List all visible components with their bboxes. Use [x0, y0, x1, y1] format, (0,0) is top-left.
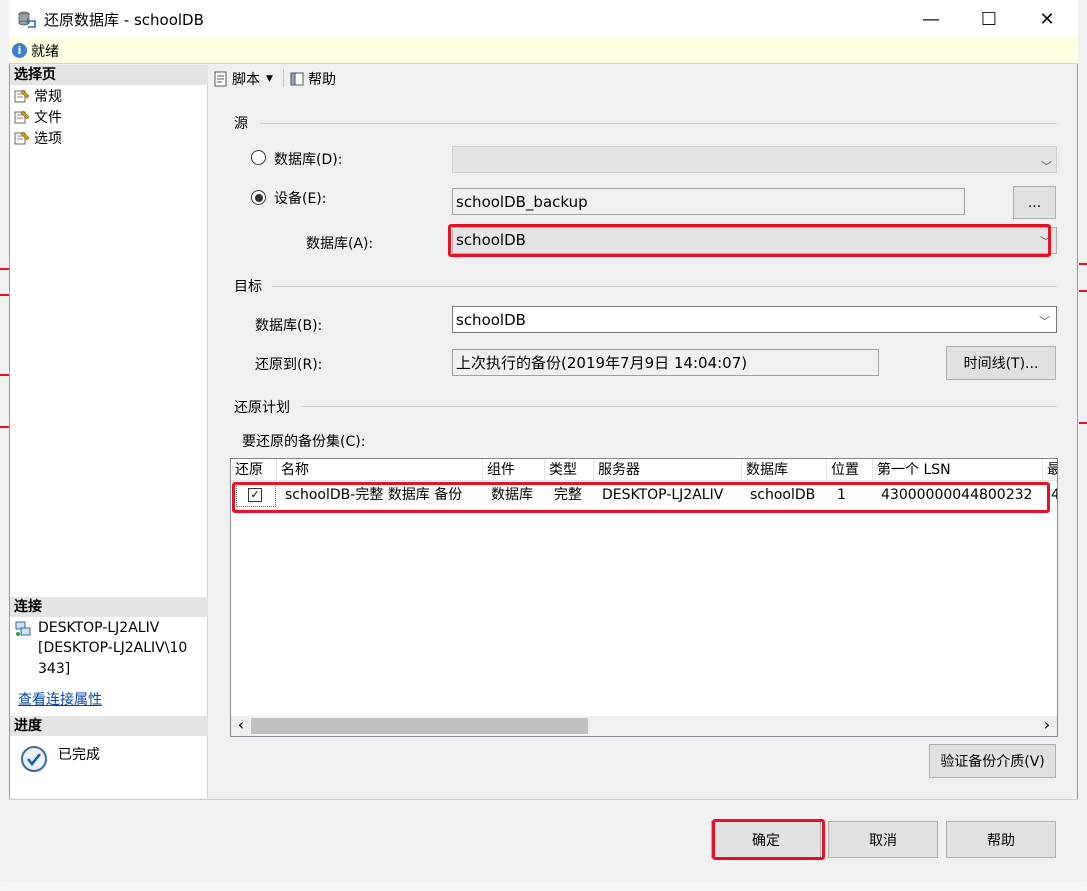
check-circle-icon — [21, 746, 47, 772]
select-page-header: 选择页 — [10, 65, 208, 85]
destination-group-label: 目标 — [234, 279, 262, 295]
dest-db-combo[interactable]: schoolDB — [452, 306, 1057, 333]
scroll-left-button[interactable]: ‹ — [234, 716, 248, 736]
database-radio-label: 数据库(D): — [274, 152, 343, 168]
page-wrench-icon — [14, 131, 30, 145]
scrollbar-thumb[interactable] — [251, 718, 588, 734]
server-connection-icon — [15, 621, 31, 636]
page-wrench-icon — [14, 110, 30, 124]
view-connection-properties-link[interactable]: 查看连接属性 — [18, 689, 102, 709]
script-button[interactable]: 脚本 ▼ — [213, 69, 273, 89]
toolbar — [209, 65, 1078, 91]
column-header-database[interactable]: 数据库 — [742, 459, 827, 481]
connection-header: 连接 — [10, 597, 208, 617]
chevron-down-icon: ﹀ — [1039, 315, 1050, 328]
restore-to-field: 上次执行的备份(2019年7月9日 14:04:07) — [452, 349, 879, 376]
source-db-label: 数据库(A): — [306, 236, 374, 252]
highlight-source-db — [448, 224, 1051, 257]
verify-backup-media-button[interactable]: 验证备份介质(V) — [929, 744, 1056, 778]
page-item-label: 选项 — [34, 131, 62, 147]
script-label: 脚本 — [232, 72, 260, 88]
column-header-name[interactable]: 名称 — [277, 459, 483, 481]
column-header-component[interactable]: 组件 — [483, 459, 545, 481]
background-annotation-mark — [0, 268, 9, 270]
backup-sets-label: 要还原的备份集(C): — [242, 434, 366, 450]
info-icon: i — [12, 43, 27, 58]
minimize-button[interactable]: — — [908, 0, 954, 38]
highlight-backup-row — [232, 482, 1050, 513]
device-radio-label: 设备(E): — [274, 191, 327, 207]
help-label: 帮助 — [308, 72, 336, 88]
source-group-divider — [260, 123, 1057, 124]
device-path-field[interactable]: schoolDB_backup — [452, 188, 965, 215]
column-header-position[interactable]: 位置 — [827, 459, 873, 481]
status-bar — [9, 38, 1078, 64]
column-header-server[interactable]: 服务器 — [594, 459, 742, 481]
timeline-button[interactable]: 时间线(T)... — [946, 346, 1056, 380]
background-annotation-mark — [0, 426, 9, 428]
help-book-icon — [290, 72, 304, 86]
server-name: DESKTOP-LJ2ALIV — [38, 620, 160, 636]
destination-group-divider — [272, 286, 1057, 287]
page-item-options[interactable]: 选项 — [14, 128, 62, 148]
page-item-files[interactable]: 文件 — [14, 107, 62, 127]
background-annotation-mark — [0, 294, 9, 296]
server-instance: [DESKTOP-LJ2ALIV\10 — [38, 640, 188, 656]
highlight-ok-button — [712, 819, 825, 860]
browse-device-button[interactable]: ... — [1013, 186, 1056, 219]
background-annotation-mark — [1079, 263, 1087, 265]
restore-to-label: 还原到(R): — [255, 357, 323, 373]
database-radio[interactable] — [251, 150, 266, 165]
background-app-right-edge — [1078, 0, 1087, 891]
page-item-label: 常规 — [34, 89, 62, 105]
restore-plan-group-label: 还原计划 — [234, 400, 290, 416]
dropdown-arrow-icon: ▼ — [266, 74, 273, 84]
dest-db-label: 数据库(B): — [255, 318, 323, 334]
page-wrench-icon — [14, 89, 30, 103]
page-item-label: 文件 — [34, 110, 62, 126]
server-instance-cont: 343] — [38, 661, 71, 677]
chevron-down-icon: ﹀ — [1041, 160, 1052, 173]
help-button[interactable]: 帮助 — [946, 821, 1056, 858]
database-restore-icon — [18, 11, 36, 28]
source-database-combo[interactable]: ﹀ — [452, 146, 1057, 173]
column-header-type[interactable]: 类型 — [545, 459, 594, 481]
maximize-button[interactable]: ☐ — [966, 0, 1012, 38]
device-radio[interactable] — [251, 190, 266, 205]
background-annotation-mark — [0, 374, 9, 376]
progress-header: 进度 — [10, 716, 208, 736]
help-toolbar-button[interactable]: 帮助 — [289, 69, 336, 89]
restore-plan-divider — [302, 406, 1057, 407]
scroll-right-button[interactable]: › — [1040, 716, 1054, 736]
window-title: 还原数据库 - schoolDB — [44, 11, 204, 29]
source-group-label: 源 — [234, 116, 248, 132]
cancel-button[interactable]: 取消 — [828, 821, 938, 858]
column-header-first-lsn[interactable]: 第一个 LSN — [873, 459, 1043, 481]
column-header-last[interactable]: 最 — [1043, 459, 1057, 481]
background-annotation-mark — [1079, 422, 1087, 424]
background-app-bottom-edge — [0, 882, 1087, 891]
column-header-restore[interactable]: 还原 — [231, 459, 277, 481]
close-button[interactable]: ✕ — [1024, 0, 1070, 38]
toolbar-separator — [283, 69, 284, 87]
progress-status: 已完成 — [58, 747, 100, 763]
status-text: 就绪 — [31, 44, 59, 60]
background-annotation-mark — [1079, 290, 1087, 292]
page-item-general[interactable]: 常规 — [14, 86, 62, 106]
script-icon — [214, 71, 227, 87]
